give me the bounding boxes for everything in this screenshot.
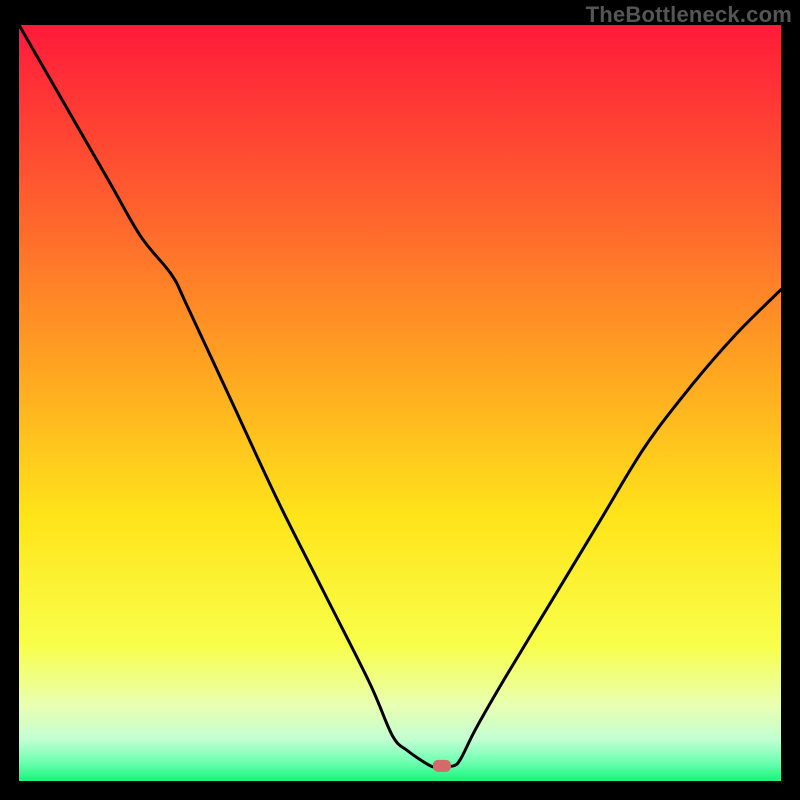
chart-svg [0, 0, 800, 800]
watermark-text: TheBottleneck.com [586, 2, 792, 28]
min-marker [433, 760, 451, 772]
plot-background [19, 25, 781, 781]
bottleneck-chart: TheBottleneck.com [0, 0, 800, 800]
